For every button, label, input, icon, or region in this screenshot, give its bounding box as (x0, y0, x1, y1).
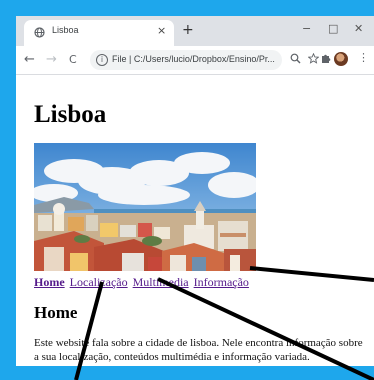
zoom-icon[interactable] (290, 53, 301, 67)
close-tab-icon[interactable]: × (157, 24, 166, 37)
browser-tab[interactable]: Lisboa × (24, 20, 174, 46)
address-bar[interactable]: i File | C:/Users/lucio/Dropbox/Ensino/P… (90, 50, 282, 70)
minimize-icon[interactable]: − (302, 22, 311, 35)
extensions-icon[interactable] (320, 53, 331, 67)
nav-link-localizacao[interactable]: Localização (70, 275, 128, 289)
info-icon[interactable]: i (96, 54, 108, 66)
globe-favicon-icon (34, 27, 45, 38)
lisbon-photo (34, 143, 256, 271)
address-toolbar: ← → C i File | C:/Users/lucio/Dropbox/En… (16, 46, 374, 75)
menu-dots-icon[interactable]: ⋮ (358, 51, 369, 64)
page-nav: Home Localização Multimedia Informação (34, 275, 251, 290)
browser-window: Lisboa × + − □ ✕ ← → C i File | C:/Users… (16, 16, 374, 366)
page-title: Lisboa (34, 101, 107, 128)
nav-link-informacao[interactable]: Informação (194, 275, 249, 289)
reload-button[interactable]: C (69, 53, 77, 66)
tab-strip: Lisboa × + − □ ✕ (16, 16, 374, 46)
tab-title: Lisboa (52, 25, 79, 35)
forward-button[interactable]: → (46, 52, 57, 67)
address-text: File | C:/Users/lucio/Dropbox/Ensino/Pr.… (112, 54, 275, 64)
page-description: Este website fala sobre a cidade de lisb… (34, 337, 363, 363)
avatar[interactable] (334, 52, 348, 66)
close-window-icon[interactable]: ✕ (354, 22, 363, 35)
star-icon[interactable] (307, 52, 320, 67)
nav-link-multimedia[interactable]: Multimedia (133, 275, 189, 289)
nav-link-home[interactable]: Home (34, 275, 65, 289)
maximize-icon[interactable]: □ (328, 22, 338, 35)
new-tab-button[interactable]: + (182, 22, 194, 38)
web-page: Lisboa Home Localização Multimedia Infor… (16, 75, 374, 366)
back-button[interactable]: ← (24, 52, 35, 67)
section-title: Home (34, 303, 78, 322)
